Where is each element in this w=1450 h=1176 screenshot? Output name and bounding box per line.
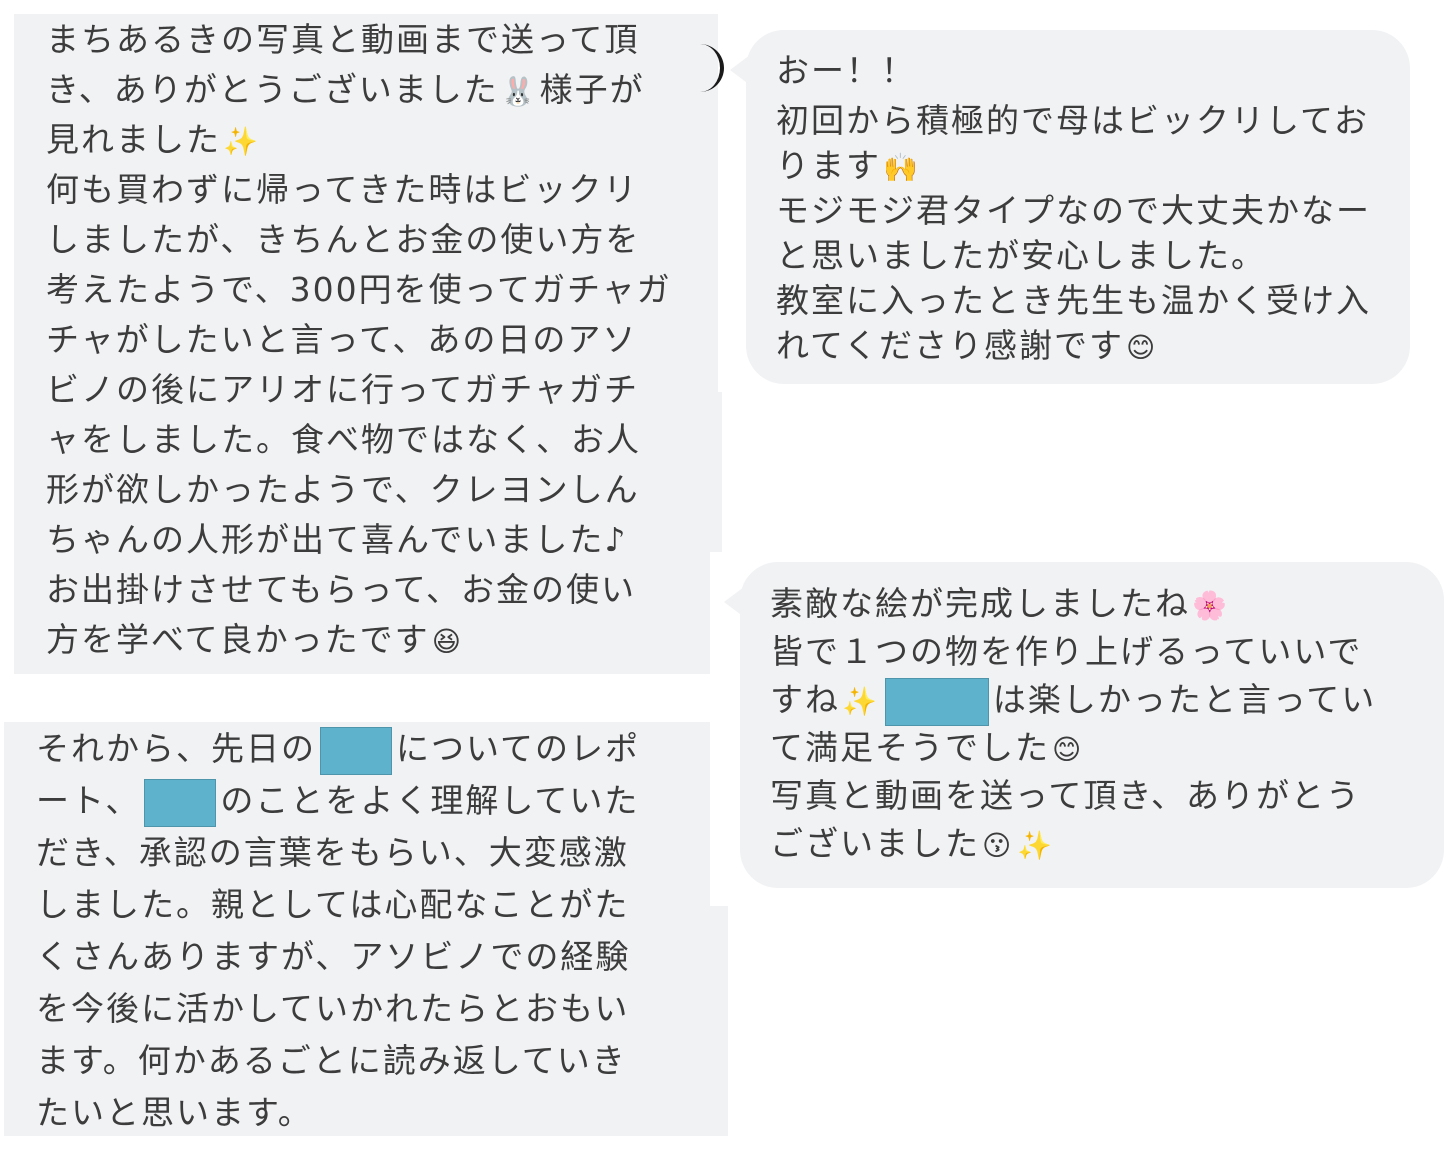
line-text: と思いましたが安心しました。	[776, 236, 1266, 275]
message-line: ちゃんの人形が出て喜んでいました♪	[46, 515, 672, 565]
line-text: しましたが、きちんとお金の使い方を	[46, 220, 641, 259]
message-line: て満足そうでした😊	[770, 724, 1376, 772]
message-line: 写真と動画を送って頂き、ありがとう	[770, 772, 1376, 820]
message-line: しましたが、きちんとお金の使い方を	[46, 215, 672, 265]
line-text: を今後に活かしていかれたらとおもい	[36, 989, 630, 1028]
line-text: 素敵な絵が完成しましたね	[770, 584, 1190, 623]
message-line: モジモジ君タイプなので大丈夫かなー	[776, 186, 1371, 231]
line-text: 見れました	[46, 120, 221, 159]
message-line: お出掛けさせてもらって、お金の使い	[46, 565, 672, 615]
message-line: たいと思います。	[36, 1087, 640, 1139]
reply-message-1: おー！！ 初回から積極的で母はビックリしてお ります🙌 モジモジ君タイプなので大…	[776, 46, 1371, 366]
received-message-2: それから、先日の についてのレポ ート、 のことをよく理解していた だき、承認の言葉…	[36, 723, 640, 1139]
line-text: おー！！	[776, 51, 916, 90]
line-text: それから、先日の	[36, 729, 316, 768]
line-text: ビノの後にアリオに行ってガチャガチ	[46, 370, 640, 409]
line-text: 考えたようで、300円を使ってガチャガ	[46, 270, 672, 309]
message-line: ート、 のことをよく理解していた	[36, 775, 640, 827]
raised-hands-icon: 🙌	[883, 150, 920, 184]
message-line: すね✨ は楽しかったと言ってい	[770, 676, 1377, 726]
message-line: ります🙌	[776, 141, 1371, 186]
line-text: ャをしました。食べ物ではなく、お人	[46, 420, 641, 459]
received-message-1: まちあるきの写真と動画まで送って頂 き、ありがとうございました🐰様子が 見れまし…	[46, 15, 672, 665]
line-text: れてくださり感謝です	[776, 326, 1125, 365]
line-text: についてのレポ	[396, 729, 641, 768]
line-text: 形が欲しかったようで、クレヨンしん	[46, 470, 640, 509]
line-text: しました。親としては心配なことがた	[36, 885, 630, 924]
line-text: モジモジ君タイプなので大丈夫かなー	[776, 191, 1371, 230]
line-text: すね	[770, 680, 840, 719]
line-text: くさんありますが、アソビノでの経験	[36, 937, 631, 976]
line-text: まちあるきの写真と動画まで送って頂	[46, 20, 640, 59]
line-text: だき、承認の言葉をもらい、大変感激	[36, 833, 629, 872]
message-line: 何も買わずに帰ってきた時はビックリ	[46, 165, 672, 215]
line-text: お出掛けさせてもらって、お金の使い	[46, 570, 637, 609]
line-text: は楽しかったと言ってい	[992, 680, 1377, 719]
line-text: ございました	[770, 824, 980, 863]
message-line: ャをしました。食べ物ではなく、お人	[46, 415, 672, 465]
laughing-face-icon: 😆	[431, 624, 463, 658]
cherry-blossom-icon: 🌸	[1192, 588, 1229, 622]
line-text: 初回から積極的で母はビックリしてお	[776, 101, 1370, 140]
message-line: くさんありますが、アソビノでの経験	[36, 931, 640, 983]
line-text: チャがしたいと言って、あの日のアソ	[46, 320, 638, 359]
message-line: それから、先日の についてのレポ	[36, 723, 640, 775]
smiling-face-icon: 😊	[1052, 732, 1084, 766]
message-line: 教室に入ったとき先生も温かく受け入	[776, 276, 1371, 321]
message-line: ビノの後にアリオに行ってガチャガチ	[46, 365, 672, 415]
kissing-face-icon: 😗	[982, 828, 1014, 862]
line-text: 方を学べて良かったです	[46, 620, 430, 659]
message-line: 皆で１つの物を作り上げるっていいで	[770, 628, 1376, 676]
message-line: しました。親としては心配なことがた	[36, 879, 640, 931]
smiling-face-icon: 😊	[1126, 330, 1158, 364]
line-text: て満足そうでした	[770, 728, 1050, 767]
message-line: 形が欲しかったようで、クレヨンしん	[46, 465, 672, 515]
line-text: ちゃんの人形が出て喜んでいました♪	[46, 520, 628, 559]
message-line: れてくださり感謝です😊	[776, 321, 1371, 366]
line-text: 教室に入ったとき先生も温かく受け入	[776, 281, 1371, 320]
message-line: ございました😗 ✨	[770, 820, 1376, 868]
sparkle-icon: ✨	[223, 124, 260, 158]
message-line: まちあるきの写真と動画まで送って頂	[46, 15, 672, 65]
reply-message-2: 素敵な絵が完成しましたね🌸 皆で１つの物を作り上げるっていいで すね✨ は楽しかっ…	[770, 580, 1376, 868]
message-line: 考えたようで、300円を使ってガチャガ	[46, 265, 672, 315]
message-line: 見れました✨	[46, 115, 672, 165]
avatar-edge	[690, 44, 724, 92]
message-line: 方を学べて良かったです😆	[46, 615, 672, 665]
line-text: ます。何かあるごとに読み返していき	[36, 1041, 627, 1080]
line-text: 様子が	[539, 70, 645, 109]
message-line: を今後に活かしていかれたらとおもい	[36, 983, 640, 1035]
line-text: き、ありがとうございました	[46, 70, 499, 109]
line-text: 写真と動画を送って頂き、ありがとう	[770, 776, 1362, 815]
sparkles-icon: ✨	[1017, 828, 1055, 862]
line-text: たいと思います。	[36, 1093, 313, 1132]
message-line: だき、承認の言葉をもらい、大変感激	[36, 827, 640, 879]
redacted-name-box	[320, 726, 392, 775]
line-text: ート、	[36, 781, 141, 820]
line-text: 何も買わずに帰ってきた時はビックリ	[46, 170, 639, 209]
message-line: 初回から積極的で母はビックリしてお	[776, 96, 1371, 141]
message-line: 素敵な絵が完成しましたね🌸	[770, 580, 1376, 628]
message-line: と思いましたが安心しました。	[776, 231, 1371, 276]
line-text: のことをよく理解していた	[220, 781, 640, 820]
sparkles-icon: ✨	[842, 684, 879, 718]
line-text: ります	[776, 146, 881, 185]
rabbit-icon: 🐰	[500, 74, 538, 108]
message-line: おー！！	[776, 46, 1371, 96]
message-line: チャがしたいと言って、あの日のアソ	[46, 315, 672, 365]
line-text: 皆で１つの物を作り上げるっていいで	[770, 632, 1363, 671]
message-line: ます。何かあるごとに読み返していき	[36, 1035, 640, 1087]
message-line: き、ありがとうございました🐰様子が	[46, 65, 672, 115]
redacted-name-box	[884, 677, 989, 726]
redacted-name-box	[144, 778, 217, 827]
